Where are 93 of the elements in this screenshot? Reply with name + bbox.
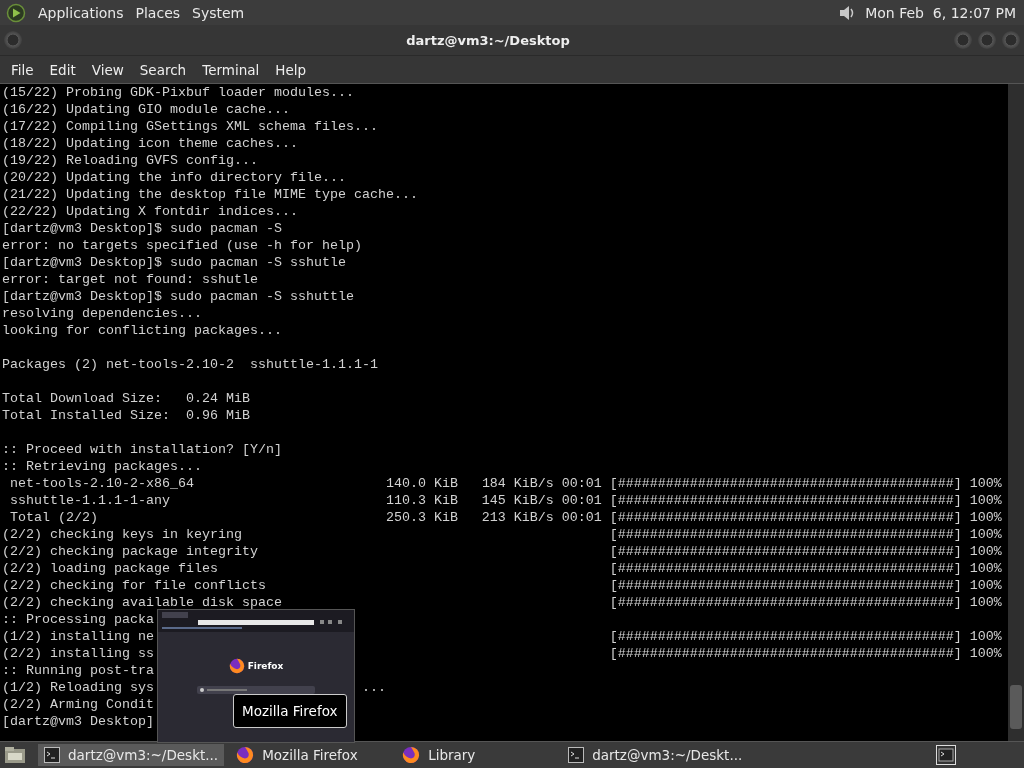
terminal-line: (1/2) installing ne [2, 628, 154, 645]
terminal-line: (15/22) Probing GDK-Pixbuf loader modules... [2, 84, 354, 101]
progress-percent: 100% [969, 526, 1002, 543]
terminal-line: (21/22) Updating the desktop file MIME type cache... [2, 186, 418, 203]
terminal-line: (2/2) installing ss [2, 645, 154, 662]
terminal-line: :: Running post-tra [2, 662, 154, 679]
firefox-logo-icon [228, 658, 245, 674]
tooltip: Mozilla Firefox [233, 694, 347, 728]
terminal-line: Total Installed Size: 0.96 MiB [2, 407, 250, 424]
progress-percent: 100% [969, 475, 1002, 492]
progress-percent: 100% [969, 543, 1002, 560]
progress-text: [##########################################] [609, 577, 962, 594]
terminal-line: (22/22) Updating X fontdir indices... [2, 203, 298, 220]
terminal-line: Packages (2) net-tools-2.10-2 sshuttle-1.1.1-1 [2, 356, 378, 373]
terminal-line: (1/2) Reloading sys [2, 679, 154, 696]
progress-percent: 100% [969, 628, 1002, 645]
terminal-line: (20/22) Updating the info directory file... [2, 169, 346, 186]
terminal-line: (17/22) Compiling GSettings XML schema files... [2, 118, 378, 135]
terminal-line: [dartz@vm3 Desktop]$ sudo pacman -S sshutle [2, 254, 346, 271]
menu-item[interactable]: Edit [41, 61, 84, 78]
download-size: 250.3 KiB [385, 509, 458, 526]
minimize-button[interactable] [954, 31, 972, 49]
progress-text: [##########################################] [609, 526, 962, 543]
terminal-line: (2/2) checking for file conflicts [2, 577, 266, 594]
taskbar-button[interactable]: dartz@vm3:~/Deskt... [562, 744, 749, 766]
progress-text: [##########################################] [609, 492, 962, 509]
terminal-icon [568, 747, 585, 763]
browser-name: Firefox [247, 661, 284, 671]
package-name: sshuttle-1.1.1-1-any [10, 492, 170, 509]
progress-text: [##########################################] [609, 475, 962, 492]
panel-menu[interactable]: System [188, 4, 253, 21]
terminal-line: looking for conflicting packages... [2, 322, 282, 339]
package-name: Total (2/2) [10, 509, 98, 526]
clock[interactable]: Mon Feb 6, 12:07 PM [865, 4, 1016, 21]
scrollbar[interactable] [1008, 84, 1024, 741]
taskbar-button[interactable]: Library [396, 744, 557, 766]
terminal-line: :: Processing packa [2, 611, 154, 628]
terminal-line: [dartz@vm3 Desktop] [2, 713, 154, 730]
window-menu-button[interactable] [4, 31, 22, 49]
terminal-line: (16/22) Updating GIO module cache... [2, 101, 290, 118]
panel-menu[interactable]: Applications [34, 4, 132, 21]
show-desktop-icon[interactable] [4, 746, 26, 764]
menu-item[interactable]: Terminal [194, 61, 268, 78]
terminal-line: (19/22) Reloading GVFS config... [2, 152, 258, 169]
terminal-line: (2/2) checking keys in keyring [2, 526, 242, 543]
menu-item[interactable]: View [83, 61, 132, 78]
terminal-line: [dartz@vm3 Desktop]$ sudo pacman -S sshuttle [2, 288, 354, 305]
terminal-line: error: no targets specified (use -h for help) [2, 237, 362, 254]
download-size: 110.3 KiB [385, 492, 458, 509]
play-logo-icon[interactable] [6, 2, 26, 23]
package-name: net-tools-2.10-2-x86_64 [10, 475, 194, 492]
terminal-icon [44, 747, 60, 763]
progress-text: [##########################################] [609, 594, 962, 611]
panel-menu[interactable]: Places [131, 4, 189, 21]
menu-item[interactable]: File [3, 61, 42, 78]
menu-item[interactable]: Search [131, 61, 195, 78]
progress-text: [##########################################] [609, 543, 962, 560]
terminal-line: (18/22) Updating icon theme caches... [2, 135, 298, 152]
progress-percent: 100% [969, 560, 1002, 577]
taskbar-button[interactable]: dartz@vm3:~/Deskt... [38, 744, 225, 766]
download-rate: 213 KiB/s 00:01 [481, 509, 602, 526]
progress-text: [##########################################] [609, 560, 962, 577]
download-size: 140.0 KiB [385, 475, 458, 492]
terminal-icon[interactable] [936, 745, 956, 765]
progress-percent: 100% [969, 577, 1002, 594]
window-title: dartz@vm3:~/Desktop [405, 32, 571, 48]
taskbar-button[interactable]: Mozilla Firefox [230, 744, 391, 766]
scrollbar-thumb[interactable] [1010, 685, 1022, 729]
terminal-text: ... [361, 679, 386, 696]
terminal-line: Total Download Size: 0.24 MiB [2, 390, 250, 407]
progress-percent: 100% [969, 594, 1002, 611]
download-rate: 184 KiB/s 00:01 [481, 475, 602, 492]
terminal-line: :: Retrieving packages... [2, 458, 202, 475]
firefox-logo-icon [402, 746, 421, 764]
maximize-button[interactable] [978, 31, 996, 49]
menu-item[interactable]: Help [267, 61, 315, 78]
terminal-line: (2/2) Arming Condit [2, 696, 154, 713]
progress-percent: 100% [969, 492, 1002, 509]
terminal-line: (2/2) checking package integrity [2, 543, 258, 560]
terminal-line: error: target not found: sshutle [2, 271, 258, 288]
terminal-line: (2/2) checking available disk space [2, 594, 282, 611]
progress-text: [##########################################] [609, 645, 962, 662]
terminal-line: [dartz@vm3 Desktop]$ sudo pacman -S [2, 220, 282, 237]
firefox-logo-icon [236, 746, 255, 764]
terminal-line: resolving dependencies... [2, 305, 202, 322]
progress-percent: 100% [969, 509, 1002, 526]
progress-text: [##########################################] [609, 628, 962, 645]
terminal-line: (2/2) loading package files [2, 560, 218, 577]
progress-text: [##########################################] [609, 509, 962, 526]
download-rate: 145 KiB/s 00:01 [481, 492, 602, 509]
close-button[interactable] [1002, 31, 1020, 49]
progress-percent: 100% [969, 645, 1002, 662]
terminal-line: :: Proceed with installation? [Y/n] [2, 441, 282, 458]
